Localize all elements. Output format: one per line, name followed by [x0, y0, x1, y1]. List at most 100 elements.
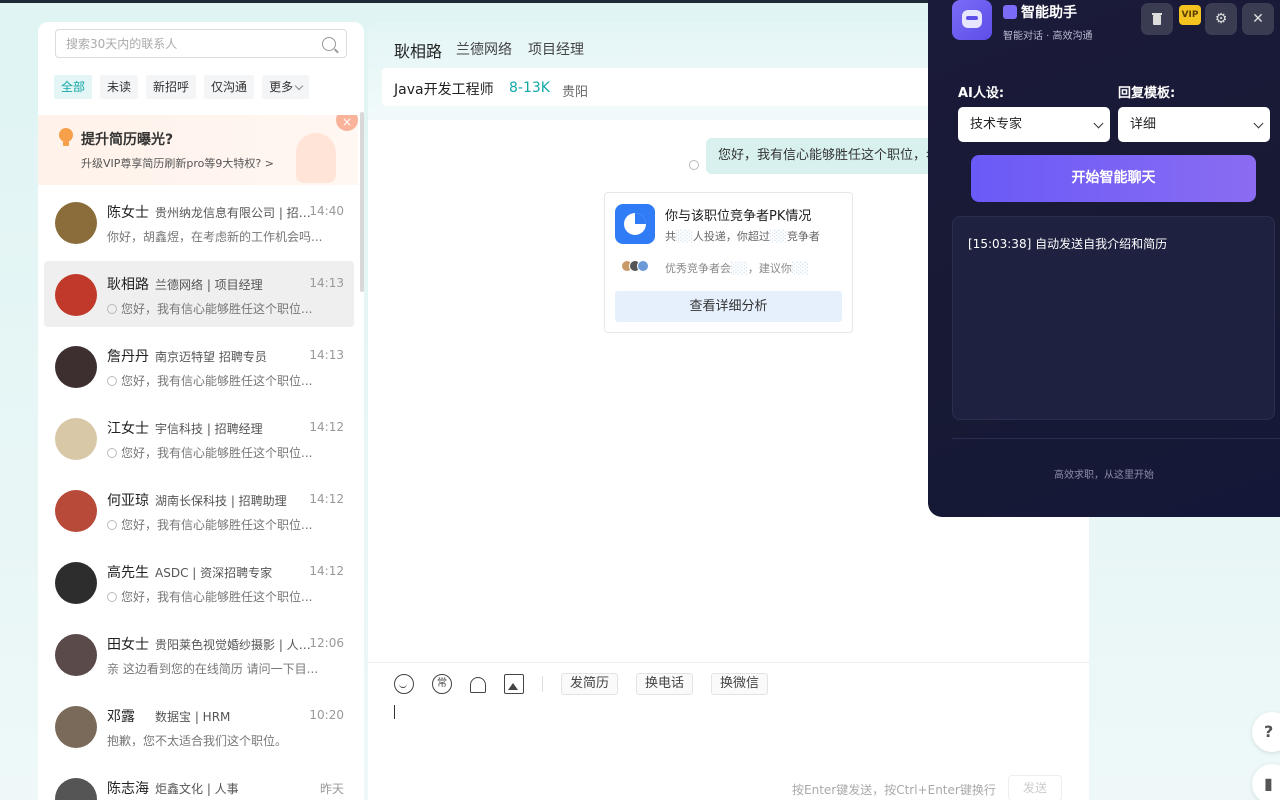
contact-company: ASDC | 资深招聘专家 — [155, 566, 273, 580]
contact-item[interactable]: 邓露 数据宝 | HRM 10:20 抱歉，您不太适合我们这个职位。 — [44, 693, 354, 759]
contact-name: 何亚琼 — [107, 493, 149, 509]
contact-item[interactable]: 田女士 贵阳莱色视觉婚纱摄影 | 人资... 12:06 亲 这边看到您的在线简历 请… — [44, 621, 354, 687]
contact-item[interactable]: 耿相路 兰德网络 | 项目经理 14:13 您好，我有信心能够胜任这个职位... — [44, 261, 354, 327]
contact-last-message: 您好，我有信心能够胜任这个职位... — [107, 516, 322, 533]
message-status-icon — [689, 160, 699, 170]
last-message-text: 亲 这边看到您的在线简历 请问一下目... — [107, 662, 319, 676]
trash-icon — [1152, 13, 1162, 25]
filter-chat-only[interactable]: 仅沟通 — [204, 75, 255, 99]
filter-all[interactable]: 全部 — [54, 75, 93, 99]
contact-item[interactable]: 詹丹丹 南京迈特望 招聘专员 14:13 您好，我有信心能够胜任这个职位... — [44, 333, 354, 399]
contact-time: 14:12 — [309, 420, 344, 434]
scrollbar[interactable] — [360, 112, 364, 292]
avatar — [55, 490, 97, 532]
filter-unread[interactable]: 未读 — [100, 75, 139, 99]
job-salary: 8-13K — [509, 80, 550, 96]
gear-icon[interactable]: ⚙ — [1205, 3, 1237, 35]
floating-tool-button[interactable]: ▮ — [1252, 764, 1280, 800]
filter-label: 仅沟通 — [211, 80, 248, 94]
ai-title: 智能助手 — [1003, 2, 1077, 22]
contact-item[interactable]: 江女士 宇信科技 | 招聘经理 14:12 您好，我有信心能够胜任这个职位... — [44, 405, 354, 471]
bell-icon[interactable] — [470, 677, 486, 693]
pk-suggestion: 优秀竞争者会░░，建议你░░ — [665, 262, 809, 275]
search-input[interactable] — [66, 36, 322, 51]
pk-sub-part: 共 — [665, 230, 676, 243]
contact-last-message: 你好，胡鑫煜，在考虑新的工作机会吗... — [107, 228, 322, 245]
contact-company: 湖南长保科技 | 招聘助理 — [155, 494, 287, 508]
message-status-icon — [107, 303, 117, 314]
send-resume-button[interactable]: 发简历 — [561, 673, 619, 695]
ai-footer: 高效求职，从这里开始 — [1054, 470, 1154, 481]
pk-sub-part: 优秀竞争者会 — [665, 262, 731, 275]
help-button[interactable]: ? — [1252, 712, 1280, 752]
contact-time: 10:20 — [309, 708, 344, 722]
vip-badge[interactable]: VIP — [1179, 5, 1201, 25]
emoji-icon[interactable] — [394, 674, 414, 694]
message-status-icon — [107, 447, 117, 458]
contact-time: 14:13 — [309, 276, 344, 290]
persona-select[interactable]: 技术专家 — [958, 107, 1110, 142]
contact-last-message: 您好，我有信心能够胜任这个职位... — [107, 372, 322, 389]
persona-label: AI人设: — [958, 86, 1005, 101]
pk-title: 你与该职位竞争者PK情况 — [665, 209, 812, 224]
vip-promo-banner[interactable]: 提升简历曝光? 升级VIP尊享简历刷新pro等9大特权? > × — [38, 115, 358, 185]
last-message-text: 您好，我有信心能够胜任这个职位... — [121, 590, 313, 604]
avatar — [55, 706, 97, 748]
filter-label: 更多 — [269, 80, 294, 94]
message-status-icon — [107, 375, 117, 386]
exchange-phone-button[interactable]: 换电话 — [636, 673, 694, 695]
chat-contact-name: 耿相路 — [394, 42, 443, 61]
pk-subtitle: 共░░人投递，你超过░░竞争者 — [665, 230, 820, 243]
activity-log: [15:03:38] 自动发送自我介绍和简历 — [952, 216, 1275, 420]
contact-time: 14:12 — [309, 492, 344, 506]
filter-more[interactable]: 更多 — [262, 75, 310, 99]
contact-item[interactable]: 陈志海 炬鑫文化 | 人事 昨天 — [44, 765, 354, 800]
exchange-wechat-button[interactable]: 换微信 — [711, 673, 769, 695]
contact-name: 陈女士 — [107, 205, 149, 221]
common-phrases-icon[interactable]: 常 — [432, 674, 452, 694]
template-select[interactable]: 详细 — [1118, 107, 1270, 142]
message-status-icon — [107, 519, 117, 530]
image-icon[interactable] — [504, 674, 524, 694]
avatar — [637, 260, 649, 272]
chat-contact-company: 兰德网络 — [456, 42, 512, 58]
avatar — [55, 634, 97, 676]
job-title: Java开发工程师 — [394, 82, 494, 98]
last-message-text: 您好，我有信心能够胜任这个职位... — [121, 302, 313, 316]
trash-button[interactable] — [1141, 3, 1173, 35]
last-message-text: 你好，胡鑫煜，在考虑新的工作机会吗... — [107, 230, 322, 244]
text-cursor[interactable] — [394, 705, 395, 719]
divider — [952, 438, 1280, 439]
send-hint: 按Enter键发送，按Ctrl+Enter键换行 — [792, 783, 996, 797]
close-icon[interactable]: × — [336, 115, 358, 131]
last-message-text: 您好，我有信心能够胜任这个职位... — [121, 446, 313, 460]
filter-new-greeting[interactable]: 新招呼 — [146, 75, 197, 99]
chat-contact-role: 项目经理 — [528, 42, 584, 58]
avatar — [55, 778, 97, 800]
filter-label: 未读 — [107, 80, 132, 94]
contact-item[interactable]: 高先生 ASDC | 资深招聘专家 14:12 您好，我有信心能够胜任这个职位... — [44, 549, 354, 615]
contact-item[interactable]: 陈女士 贵州纳龙信息有限公司 | 招聘... 14:40 你好，胡鑫煜，在考虑新的工作… — [44, 189, 354, 255]
filter-label: 全部 — [61, 80, 86, 94]
contact-company: 南京迈特望 招聘专员 — [155, 350, 267, 364]
composer-toolbar: 常 发简历 换电话 换微信 — [394, 673, 769, 695]
last-message-text: 抱歉，您不太适合我们这个职位。 — [107, 734, 288, 748]
start-chat-button[interactable]: 开始智能聊天 — [971, 155, 1256, 202]
promo-subtitle[interactable]: 升级VIP尊享简历刷新pro等9大特权? > — [81, 155, 274, 171]
close-icon[interactable]: ✕ — [1242, 3, 1274, 35]
toolbar-divider — [542, 676, 543, 692]
view-analysis-button[interactable]: 查看详细分析 — [615, 291, 842, 322]
pk-sub-part: ，建议你 — [747, 262, 792, 275]
search-box[interactable] — [55, 29, 347, 58]
composer: 常 发简历 换电话 换微信 按Enter键发送，按Ctrl+Enter键换行 发… — [368, 662, 1089, 800]
contact-company: 兰德网络 | 项目经理 — [155, 278, 263, 292]
contact-company: 宇信科技 | 招聘经理 — [155, 422, 263, 436]
pie-chart-icon — [615, 204, 655, 244]
contact-name: 田女士 — [107, 637, 149, 653]
filter-tabs: 全部 未读 新招呼 仅沟通 更多 — [54, 75, 310, 99]
search-icon[interactable] — [322, 36, 336, 51]
send-button[interactable]: 发送 — [1008, 775, 1062, 800]
contact-item[interactable]: 何亚琼 湖南长保科技 | 招聘助理 14:12 您好，我有信心能够胜任这个职位... — [44, 477, 354, 543]
chevron-down-icon — [1093, 118, 1104, 129]
promo-decoration — [296, 133, 336, 183]
